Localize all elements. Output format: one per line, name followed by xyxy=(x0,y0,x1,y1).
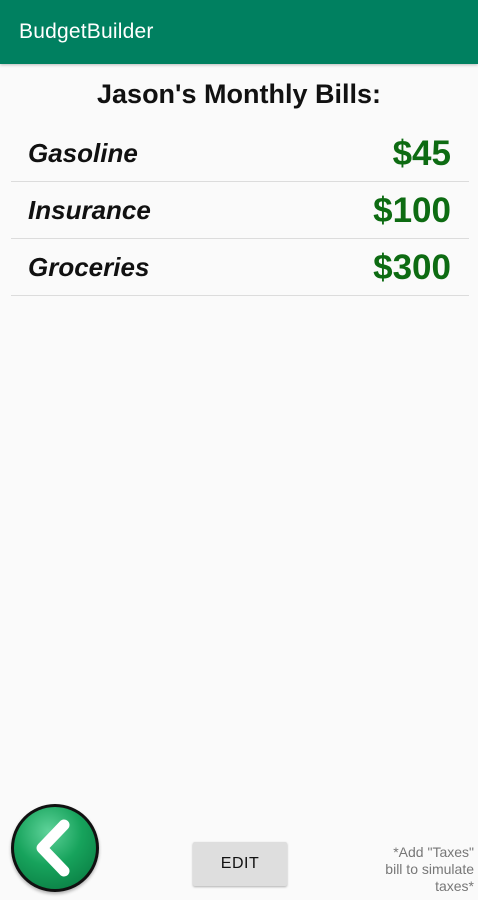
hint-line-2: bill to simulate xyxy=(385,861,474,877)
bill-amount: $300 xyxy=(373,248,451,287)
bill-name: Groceries xyxy=(28,252,150,282)
bill-name: Gasoline xyxy=(28,138,138,168)
bill-amount: $100 xyxy=(373,191,451,230)
edit-button[interactable]: EDIT xyxy=(193,842,287,886)
app-title: BudgetBuilder xyxy=(19,20,154,43)
taxes-hint: *Add "Taxes" bill to simulate taxes* xyxy=(344,844,474,895)
bill-row-gasoline[interactable]: Gasoline $45 xyxy=(11,125,469,182)
bill-list: Gasoline $45 Insurance $100 Groceries $3… xyxy=(11,125,469,296)
page-title: Jason's Monthly Bills: xyxy=(97,79,381,109)
back-button-face xyxy=(14,807,96,889)
app-bar: BudgetBuilder xyxy=(0,0,478,64)
hint-line-1: *Add "Taxes" xyxy=(393,844,474,860)
bill-row-groceries[interactable]: Groceries $300 xyxy=(11,239,469,296)
chevron-left-icon xyxy=(36,819,70,877)
back-button[interactable] xyxy=(11,804,99,892)
bill-name: Insurance xyxy=(28,195,151,225)
hint-line-3: taxes* xyxy=(435,878,474,894)
bill-row-insurance[interactable]: Insurance $100 xyxy=(11,182,469,239)
bill-amount: $45 xyxy=(392,134,451,173)
